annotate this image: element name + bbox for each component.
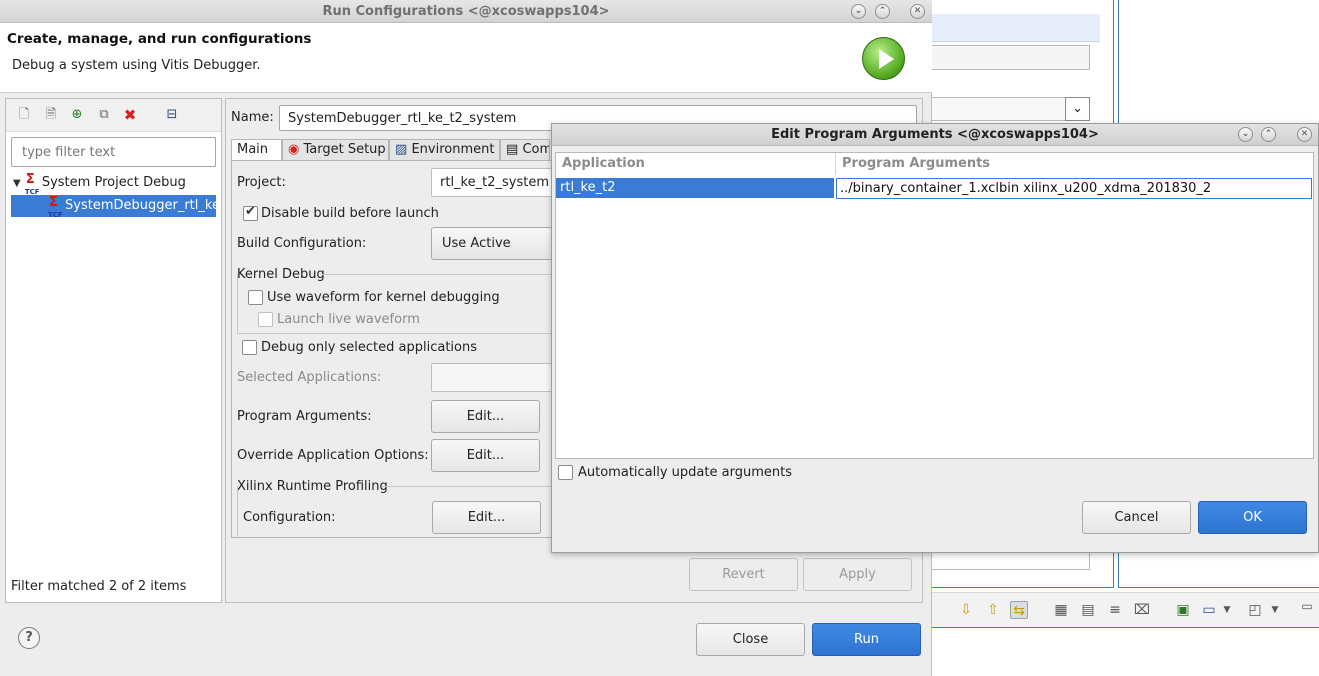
arrow-up-icon[interactable]: ⇧ [984,601,1002,619]
background-text-field [932,45,1090,70]
layout-icon[interactable]: ▦ [1052,601,1070,619]
collapse-all-icon[interactable]: ⊟ [164,107,180,123]
selected-apps-field [431,363,571,392]
auto-update-label: Automatically update arguments [578,465,792,480]
configuration-toolbar: 🗋 🗎 ⊕ ⧉ ✖ ⊟ [6,99,221,132]
tcf-icon: Σ TCF [24,172,40,196]
filter-status: Filter matched 2 of 2 items [11,579,187,594]
live-waveform-checkbox[interactable] [258,312,273,327]
tab-environment[interactable]: ▨ Environment [389,139,500,161]
chevron-down-icon[interactable]: ▼ [1266,601,1284,619]
live-waveform-label: Launch live waveform [277,312,420,327]
auto-update-checkbox[interactable] [558,465,573,480]
configuration-label: Configuration: [243,510,336,525]
new-config-icon[interactable]: 🗋 [16,107,32,123]
window-minimize-button[interactable]: ⌄ [851,4,866,19]
apply-button[interactable]: Apply [803,558,912,591]
lock-icon[interactable]: ▤ [1079,601,1097,619]
waveform-label: Use waveform for kernel debugging [267,290,500,305]
tree-item-label: System Project Debug [41,175,186,190]
edit-label: Edit... [466,448,505,463]
tab-label: Main [237,142,269,157]
dialog-minimize-button[interactable]: ⌄ [1238,127,1253,142]
help-icon[interactable]: ? [18,627,40,649]
ok-button[interactable]: OK [1198,501,1307,534]
tree-item-systemdebugger[interactable]: ΣTCFSystemDebugger_rtl_ke_t2_system [11,195,216,217]
name-label: Name: [231,110,274,125]
program-args-label: Program Arguments: [237,409,372,424]
window-maximize-button[interactable]: ⌃ [875,4,890,19]
dialog-title: Edit Program Arguments <@xcoswapps104> [552,124,1318,146]
tab-label: Target Setup [303,142,386,157]
build-config-select[interactable]: Use Active [431,227,571,260]
override-opts-edit-button[interactable]: Edit... [431,439,540,472]
cancel-button[interactable]: Cancel [1082,501,1191,534]
program-args-edit-button[interactable]: Edit... [431,400,540,433]
chevron-down-icon[interactable]: ⌄ [1065,97,1090,121]
column-header-program-arguments[interactable]: Program Arguments [836,153,1313,175]
override-opts-label: Override Application Options: [237,448,429,463]
pin-icon[interactable]: ▣ [1174,601,1192,619]
tcf-icon: Σ TCF [48,195,63,217]
background-tab-strip [932,14,1100,42]
tree-item-label: SystemDebugger_rtl_ke_t2_system [65,198,216,213]
header-title: Create, manage, and run configurations [7,31,312,47]
tab-label: Com [522,142,550,157]
dialog-maximize-button[interactable]: ⌃ [1261,127,1276,142]
build-config-label: Build Configuration: [237,236,367,251]
monitor-icon[interactable]: ▭ [1200,601,1218,619]
target-icon: ◉ [288,142,300,157]
chevron-down-icon[interactable]: ▼ [1218,601,1236,619]
dialog-close-button[interactable]: ✕ [1297,127,1312,142]
program-arguments-cell-editor[interactable] [836,178,1312,199]
edit-label: Edit... [467,510,506,525]
delete-icon[interactable]: ✖ [122,107,138,123]
duplicate-icon[interactable]: ⧉ [96,107,112,123]
project-label: Project: [237,175,286,190]
run-button[interactable]: Run [812,623,921,656]
background-toolbar: ⇩ ⇧ ⇆ ▦ ▤ ≡ ⌧ ▣ ▭ ▼ ◰ ▼ ▭ [932,592,1319,628]
tab-main[interactable]: Main [231,139,282,162]
minimize-icon[interactable]: ▭ [1298,597,1316,615]
close-button[interactable]: Close [696,623,805,656]
export-icon[interactable]: ⊕ [69,107,85,123]
tab-label: Environment [411,142,495,157]
new-prototype-icon[interactable]: 🗎 [43,107,59,123]
tab-common[interactable]: ▤ Com [500,139,550,161]
table-row-application[interactable]: rtl_ke_t2 [556,178,834,198]
column-header-application[interactable]: Application [556,153,836,175]
lines-icon[interactable]: ≡ [1106,601,1124,619]
run-icon [862,37,905,80]
disable-build-checkbox[interactable] [243,204,258,221]
collapse-arrow-icon[interactable]: ▼ [13,178,21,189]
filter-input[interactable] [11,137,216,167]
debug-selected-checkbox[interactable] [242,340,257,355]
debug-selected-label: Debug only selected applications [261,340,478,355]
edit-label: Edit... [466,409,505,424]
tab-target-setup[interactable]: ◉ Target Setup [282,139,389,161]
window-close-button[interactable]: ✕ [910,4,925,19]
project-field[interactable]: rtl_ke_t2_system [431,168,571,197]
disable-build-label: Disable build before launch [261,206,439,221]
header-subtitle: Debug a system using Vitis Debugger. [12,58,261,73]
window-title: Run Configurations <@xcoswapps104> [0,0,932,23]
link-icon[interactable]: ⇆ [1010,601,1028,619]
configuration-edit-button[interactable]: Edit... [432,501,541,534]
arrow-down-icon[interactable]: ⇩ [957,601,975,619]
clear-icon[interactable]: ⌧ [1133,601,1151,619]
selected-apps-label: Selected Applications: [237,370,382,385]
common-icon: ▤ [506,142,519,157]
tree-item-system-project-debug[interactable]: ▼ Σ TCF System Project Debug [13,172,213,196]
waveform-checkbox[interactable] [248,290,263,305]
new-window-icon[interactable]: ◰ [1246,601,1264,619]
environment-icon: ▨ [395,142,408,157]
revert-button[interactable]: Revert [689,558,798,591]
